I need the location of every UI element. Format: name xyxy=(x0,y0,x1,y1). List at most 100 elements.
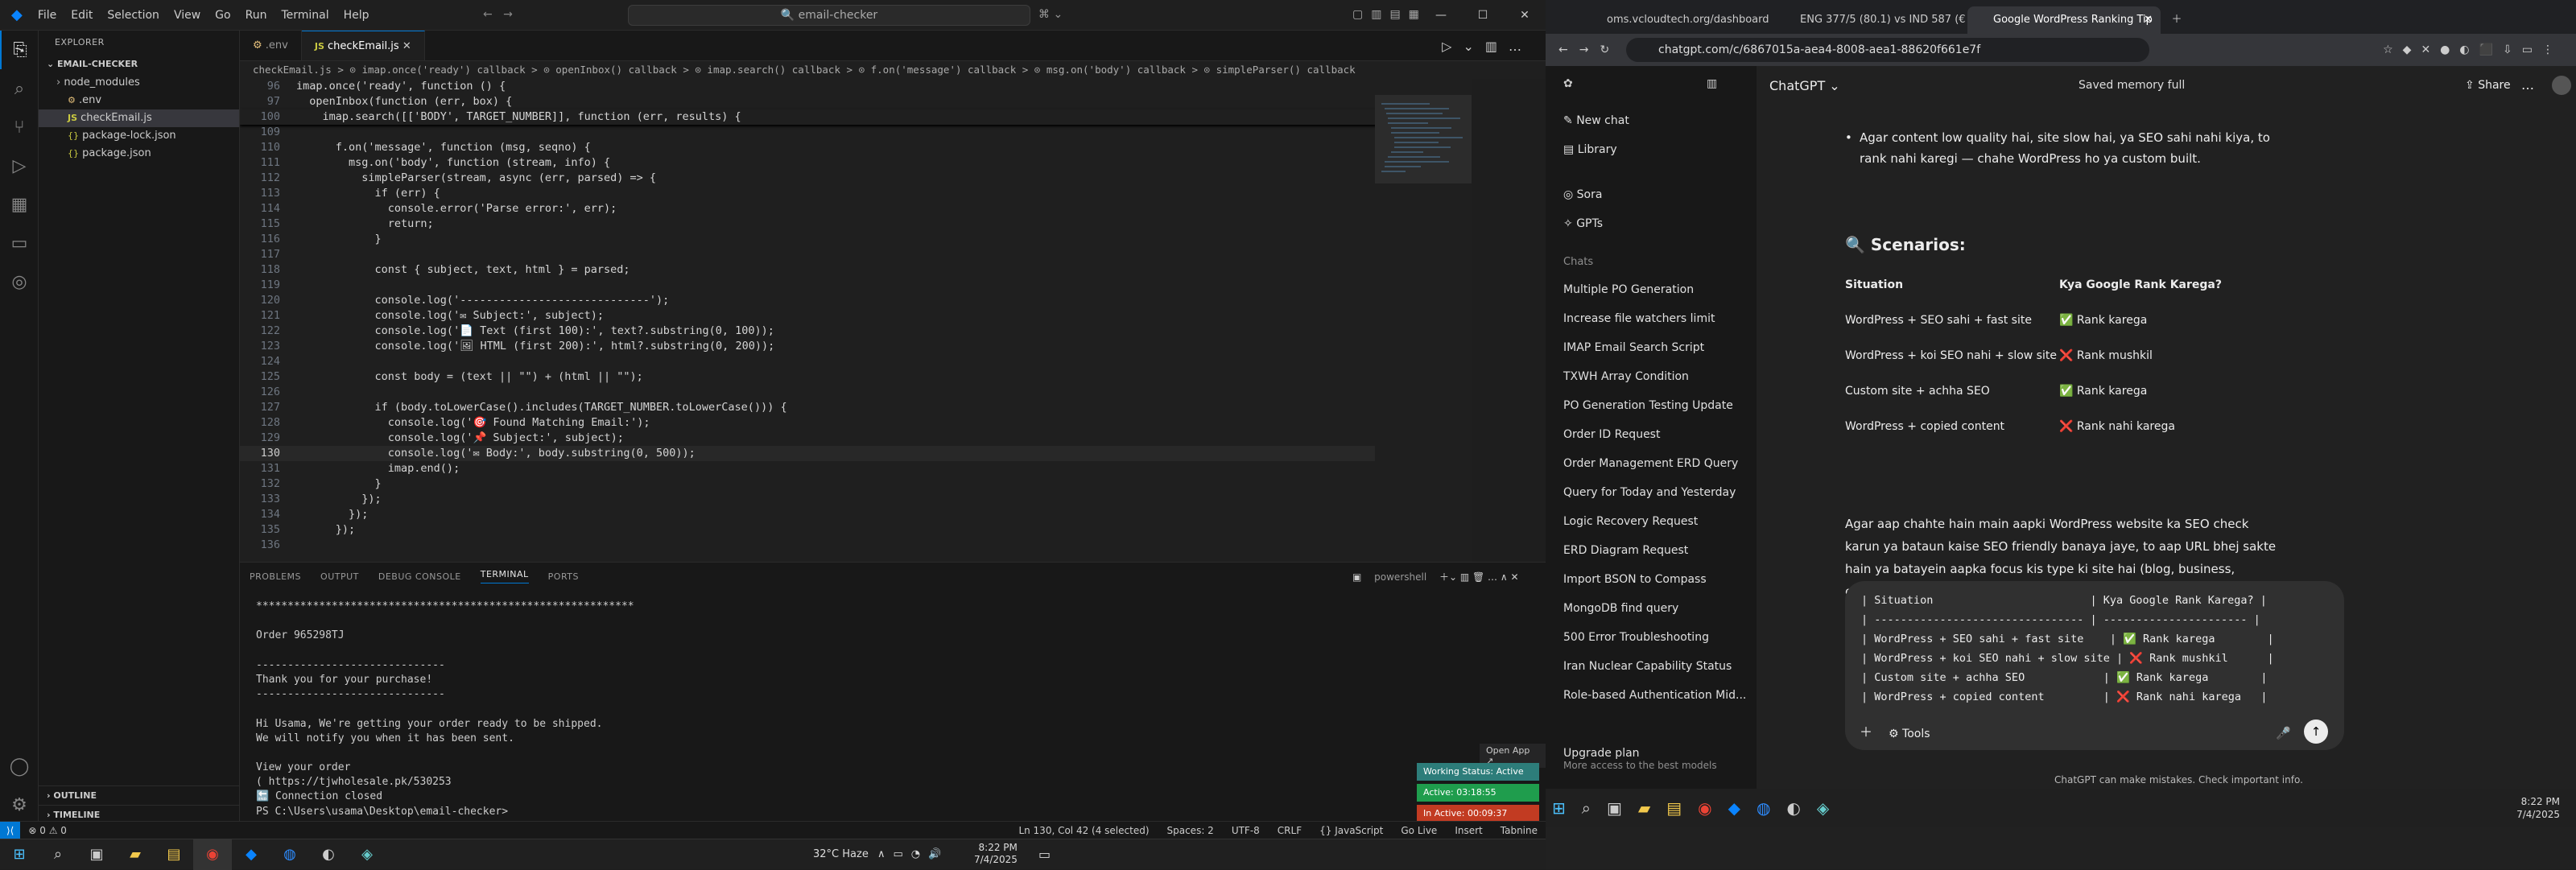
code-line[interactable]: 96 imap.once('ready', function () { xyxy=(240,79,1447,94)
code-line[interactable]: 111 msg.on('body', function (stream, inf… xyxy=(240,155,1447,171)
code-line[interactable]: 110 f.on('message', function (msg, seqno… xyxy=(240,140,1447,155)
code-line[interactable]: 121 console.log('✉ Subject:', subject); xyxy=(240,308,1447,324)
minimize-icon[interactable]: — xyxy=(1420,0,1462,31)
folder-header[interactable]: ⌄ EMAIL-CHECKER xyxy=(39,55,239,74)
menu-item[interactable]: Edit xyxy=(71,9,93,22)
zoom-icon[interactable]: ◍ xyxy=(270,839,309,870)
tab-debug-console[interactable]: DEBUG CONSOLE xyxy=(378,571,461,582)
layout-controls[interactable]: ▢▥▤▦ xyxy=(1352,8,1427,21)
remote-explorer-icon[interactable]: ▭ xyxy=(0,224,39,262)
code-line[interactable]: 133 }); xyxy=(240,492,1447,507)
browser-tab-oms[interactable]: oms.vcloudtech.org/dashboard xyxy=(1581,6,1774,34)
chat-history-item[interactable]: Import BSON to Compass xyxy=(1546,565,1757,594)
model-selector[interactable]: ChatGPT ⌄ xyxy=(1769,78,1840,93)
code-line[interactable]: 131 imap.end(); xyxy=(240,461,1447,476)
code-line[interactable]: 112 simpleParser(stream, async (err, par… xyxy=(240,171,1447,186)
command-center[interactable]: 🔍 email-checker xyxy=(628,5,1030,26)
library-button[interactable]: ▤ Library xyxy=(1546,135,1757,164)
chat-history-item[interactable]: Order ID Request xyxy=(1546,420,1757,449)
insert-mode[interactable]: Insert xyxy=(1455,825,1482,836)
go-live[interactable]: Go Live xyxy=(1401,825,1437,836)
code-line[interactable]: 117 xyxy=(240,247,1447,262)
language-mode[interactable]: {} JavaScript xyxy=(1319,825,1383,836)
menu-item[interactable]: View xyxy=(174,9,200,22)
cursor-position[interactable]: Ln 130, Col 42 (4 selected) xyxy=(1018,825,1149,836)
code-line[interactable]: 109 xyxy=(240,125,1447,140)
share-button[interactable]: ⇪ Share xyxy=(2465,79,2511,92)
tree-item-package-lock[interactable]: {} package-lock.json xyxy=(39,127,239,145)
chat-history-item[interactable]: 500 Error Troubleshooting xyxy=(1546,623,1757,652)
tab-problems[interactable]: PROBLEMS xyxy=(250,571,301,582)
composer[interactable]: | Situation | Kya Google Rank Karega? | |… xyxy=(1845,581,2344,750)
code-line[interactable]: 118 const { subject, text, html } = pars… xyxy=(240,262,1447,278)
new-chat-button[interactable]: ✎ New chat xyxy=(1546,106,1757,135)
attach-icon[interactable]: ＋ xyxy=(1860,721,1872,740)
explorer-icon[interactable]: ⎘ xyxy=(0,31,39,69)
chat-history-item[interactable]: Order Management ERD Query xyxy=(1546,449,1757,478)
sora-button[interactable]: ◎ Sora xyxy=(1546,180,1757,209)
terminal-dropdown[interactable]: ▣ powershell ＋⌄ ▥ 🗑 … ∧ ✕ xyxy=(1352,570,1519,583)
indentation[interactable]: Spaces: 2 xyxy=(1167,825,1214,836)
tab-ports[interactable]: PORTS xyxy=(548,571,579,582)
app-icon[interactable]: ◐ xyxy=(309,839,348,870)
openai-logo-icon[interactable]: ✿ xyxy=(1563,77,1573,90)
windows-start-icon[interactable]: ⊞ xyxy=(1552,798,1566,818)
close-icon[interactable]: ✕ xyxy=(1504,0,1546,31)
store-icon[interactable]: ▤ xyxy=(1666,798,1682,818)
chat-history-item[interactable]: Iran Nuclear Capability Status xyxy=(1546,652,1757,681)
chrome-icon[interactable]: ◉ xyxy=(193,839,232,870)
line-endings[interactable]: CRLF xyxy=(1278,825,1302,836)
code-line[interactable]: 134 }); xyxy=(240,507,1447,522)
code-line[interactable]: 136 xyxy=(240,538,1447,553)
nav-buttons[interactable]: ←→↻ xyxy=(1558,43,1620,56)
code-line[interactable]: 97 openInbox(function (err, box) { xyxy=(240,94,1447,109)
browser-tab-chatgpt[interactable]: Google WordPress Ranking Tip ✕ xyxy=(1967,6,2161,34)
code-line[interactable]: 113 if (err) { xyxy=(240,186,1447,201)
chrome-icon[interactable]: ◉ xyxy=(1698,798,1711,818)
file-explorer-icon[interactable]: ▰ xyxy=(1638,798,1650,818)
chat-history-item[interactable]: Query for Today and Yesterday xyxy=(1546,478,1757,507)
code-line[interactable]: 124 xyxy=(240,354,1447,369)
clock[interactable]: 8:22 PM 7/4/2025 xyxy=(2516,795,2560,821)
tree-item-env[interactable]: ⚙ .env xyxy=(39,92,239,109)
encoding[interactable]: UTF-8 xyxy=(1232,825,1260,836)
windows-start-icon[interactable]: ⊞ xyxy=(0,839,39,870)
source-control-icon[interactable]: ⑂ xyxy=(0,108,39,146)
run-debug-icon[interactable]: ▷ xyxy=(0,146,39,185)
nav-arrows[interactable]: ← → xyxy=(483,8,513,21)
store-icon[interactable]: ▤ xyxy=(155,839,193,870)
chat-history-item[interactable]: PO Generation Testing Update xyxy=(1546,391,1757,420)
code-line[interactable]: 128 console.log('🎯 Found Matching Email:… xyxy=(240,415,1447,431)
chat-history-item[interactable]: Increase file watchers limit xyxy=(1546,304,1757,333)
extensions-icon[interactable]: ▦ xyxy=(0,185,39,224)
zoom-icon[interactable]: ◍ xyxy=(1757,798,1770,818)
editor-actions[interactable]: ▷⌄▥… xyxy=(1442,39,1533,54)
task-view-icon[interactable]: ▣ xyxy=(77,839,116,870)
code-line[interactable]: 129 console.log('📌 Subject:', subject); xyxy=(240,431,1447,446)
notifications-icon[interactable]: ▭ xyxy=(1038,847,1051,862)
manage-gear-icon[interactable]: ⚙ xyxy=(0,785,39,824)
menu-item[interactable]: File xyxy=(38,9,56,22)
tree-item-package[interactable]: {} package.json xyxy=(39,145,239,163)
chat-history-item[interactable]: TXWH Array Condition xyxy=(1546,362,1757,391)
menu-item[interactable]: Terminal xyxy=(281,9,328,22)
maximize-icon[interactable]: ☐ xyxy=(1462,0,1504,31)
account-icon[interactable]: ◯ xyxy=(0,747,39,785)
code-line[interactable]: 126 xyxy=(240,385,1447,400)
tree-item-node-modules[interactable]: › node_modules xyxy=(39,74,239,92)
app-icon[interactable]: ◐ xyxy=(1786,798,1800,818)
code-line[interactable]: 135 }); xyxy=(240,522,1447,538)
code-line[interactable]: 130 console.log('✉ Body:', body.substrin… xyxy=(240,446,1447,461)
file-explorer-icon[interactable]: ▰ xyxy=(116,839,155,870)
code-line[interactable]: 132 } xyxy=(240,476,1447,492)
minimap[interactable] xyxy=(1375,79,1472,562)
url-field[interactable]: chatgpt.com/c/6867015a-aea4-8008-aea1-88… xyxy=(1626,38,2149,62)
copilot-chat-icon[interactable]: ◎ xyxy=(0,262,39,301)
browser-tab-cricket[interactable]: ENG 377/5 (80.1) vs IND 587 (€ xyxy=(1774,6,1967,34)
code-line[interactable]: 115 return; xyxy=(240,216,1447,232)
more-icon[interactable]: … xyxy=(2521,77,2534,93)
chat-history-item[interactable]: Logic Recovery Request xyxy=(1546,507,1757,536)
code-view[interactable]: 96 imap.once('ready', function () {97 ope… xyxy=(240,79,1447,562)
code-line[interactable]: 116 } xyxy=(240,232,1447,247)
tray-icons[interactable]: ∧▭◔🔊 xyxy=(877,848,949,860)
